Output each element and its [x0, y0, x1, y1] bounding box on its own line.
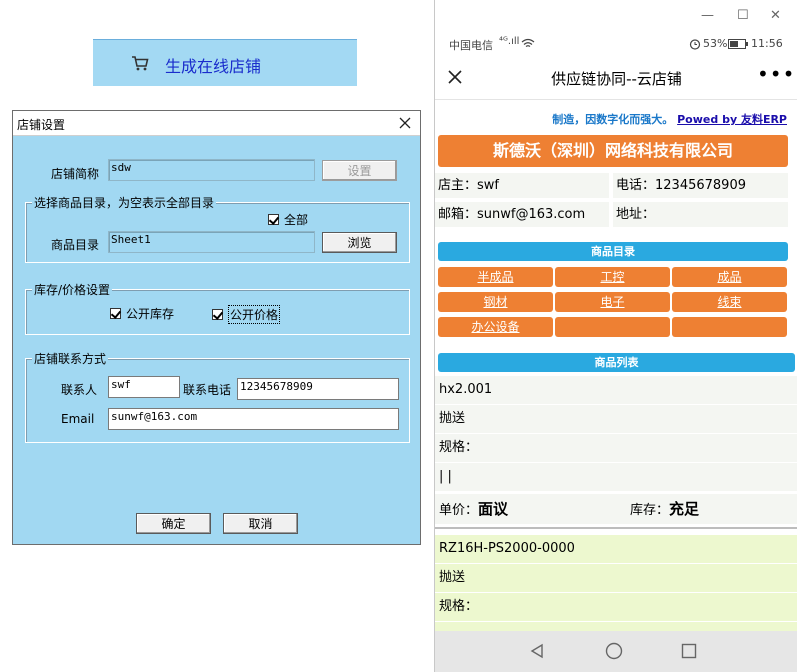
set-button[interactable]: 设置 — [322, 160, 397, 181]
shop-settings-dialog: 店铺设置 店铺简称 sdw 设置 选择商品目录，为空表示全部目录 全部 商品目录… — [12, 110, 421, 545]
product-line: | | — [435, 463, 797, 491]
catalog-group-title: 选择商品目录，为空表示全部目录 — [32, 194, 217, 211]
nav-divider — [435, 99, 797, 100]
category-button[interactable] — [672, 317, 787, 337]
browse-button[interactable]: 浏览 — [322, 232, 397, 253]
slogan-text: 制造，因数字化而强大。 — [552, 113, 674, 126]
status-bar: 中国电信 ⁴ᴳ.ıll 53% 11:56 — [435, 32, 797, 56]
email-field[interactable]: sunwf@163.com — [108, 408, 399, 430]
generate-button-label: 生成在线店铺 — [165, 57, 262, 76]
alarm-icon — [689, 39, 701, 50]
recents-icon[interactable] — [681, 643, 697, 659]
ok-button[interactable]: 确定 — [136, 513, 211, 534]
email-label: Email — [61, 412, 95, 426]
category-button[interactable]: 成品 — [672, 267, 787, 287]
stock-group-title: 库存/价格设置 — [32, 281, 113, 298]
public-price-checkbox[interactable]: 公开价格 — [212, 305, 281, 324]
checkbox-checked-icon — [212, 309, 223, 320]
window-close-icon[interactable]: ✕ — [770, 8, 781, 23]
maximize-icon[interactable]: ☐ — [737, 8, 749, 23]
catalog-section-title: 商品目录 — [438, 242, 788, 261]
contact-field[interactable]: swf — [108, 376, 180, 398]
public-price-label: 公开价格 — [228, 305, 281, 324]
product-line: 抛送 — [435, 564, 797, 592]
powered-by-link[interactable]: Powed by 友料ERP — [677, 113, 787, 126]
signal-icon: ⁴ᴳ.ıll — [499, 36, 520, 47]
address-info: 地址： — [613, 202, 788, 227]
cart-icon — [132, 56, 149, 71]
product-divider — [435, 527, 797, 529]
dialog-titlebar: 店铺设置 — [13, 111, 420, 136]
app-navbar: 供应链协同--云店铺 ••• — [435, 58, 797, 98]
home-icon[interactable] — [605, 642, 623, 660]
back-icon[interactable] — [529, 643, 545, 659]
nav-title: 供应链协同--云店铺 — [551, 70, 682, 88]
shop-name-field[interactable]: sdw — [108, 159, 315, 181]
shop-name-label: 店铺简称 — [51, 167, 100, 181]
checkbox-checked-icon — [268, 214, 279, 225]
category-button[interactable]: 钢材 — [438, 292, 553, 312]
more-icon[interactable]: ••• — [757, 62, 795, 86]
stock-value: 充足 — [669, 500, 700, 518]
product-spec: 规格： — [435, 434, 797, 462]
slogan: 制造，因数字化而强大。 Powed by 友料ERP — [435, 111, 787, 127]
contact-group: 店铺联系方式 — [25, 350, 410, 443]
public-stock-label: 公开库存 — [126, 307, 175, 321]
minimize-icon[interactable]: — — [701, 8, 714, 23]
all-checkbox-label: 全部 — [284, 213, 309, 227]
owner-info: 店主：swf — [435, 173, 609, 198]
category-button[interactable]: 工控 — [555, 267, 670, 287]
battery-icon — [728, 39, 748, 49]
clock-time: 11:56 — [751, 37, 783, 50]
product-price-row: 单价：面议 库存：充足 — [435, 494, 797, 524]
phone-preview: — ☐ ✕ 中国电信 ⁴ᴳ.ıll 53% 11:56 供应链协同--云店铺 •… — [434, 0, 797, 672]
product-line: 抛送 — [435, 405, 797, 433]
android-nav-bar — [435, 631, 797, 672]
all-catalog-checkbox[interactable]: 全部 — [268, 211, 308, 228]
catalog-label: 商品目录 — [51, 238, 100, 252]
cancel-button[interactable]: 取消 — [223, 513, 298, 534]
category-button[interactable]: 电子 — [555, 292, 670, 312]
price-value: 面议 — [478, 500, 509, 518]
wifi-icon — [521, 38, 535, 47]
stock-block: 库存：充足 — [630, 494, 699, 526]
product-list-title: 商品列表 — [438, 353, 795, 372]
catalog-field[interactable]: Sheet1 — [108, 231, 315, 253]
product-spec: 规格： — [435, 593, 797, 621]
battery-percent: 53% — [703, 37, 728, 50]
dialog-title: 店铺设置 — [17, 118, 66, 132]
company-name-banner: 斯德沃（深圳）网络科技有限公司 — [438, 135, 788, 167]
close-icon[interactable] — [398, 116, 412, 130]
product-name[interactable]: RZ16H-PS2000-0000 — [435, 535, 797, 563]
product-name[interactable]: hx2.001 — [435, 376, 797, 404]
phone-label: 联系电话 — [183, 383, 232, 397]
email-info: 邮箱：sunwf@163.com — [435, 202, 609, 227]
checkbox-checked-icon — [110, 308, 121, 319]
contact-label: 联系人 — [61, 383, 98, 397]
phone-field[interactable]: 12345678909 — [237, 378, 399, 400]
public-stock-checkbox[interactable]: 公开库存 — [110, 305, 174, 322]
category-button[interactable]: 半成品 — [438, 267, 553, 287]
price-label: 单价： — [439, 503, 479, 518]
category-button[interactable] — [555, 317, 670, 337]
category-button[interactable]: 线束 — [672, 292, 787, 312]
category-button[interactable]: 办公设备 — [438, 317, 553, 337]
tel-info: 电话：12345678909 — [613, 173, 788, 198]
stock-label: 库存： — [630, 503, 670, 518]
contact-group-title: 店铺联系方式 — [32, 350, 109, 367]
generate-online-shop-button[interactable]: 生成在线店铺 — [93, 39, 357, 86]
carrier-text: 中国电信 — [449, 39, 493, 52]
